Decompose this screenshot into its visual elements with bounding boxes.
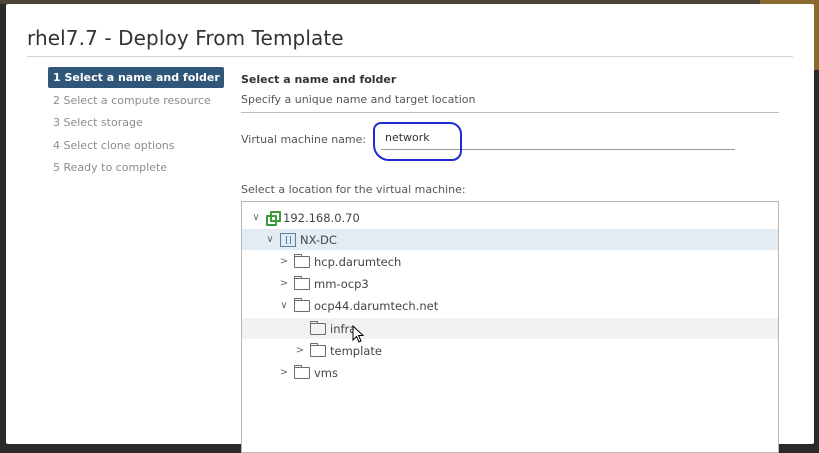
deploy-from-template-dialog: rhel7.7 - Deploy From Template 1 Select …	[6, 4, 814, 453]
tree-row-label: template	[330, 343, 382, 358]
step-5-ready-to-complete[interactable]: 5 Ready to complete	[48, 157, 224, 178]
tree-row-label: infra	[330, 321, 357, 336]
section-title: Select a name and folder	[241, 73, 397, 86]
chevron-down-icon[interactable]: ∨	[250, 212, 262, 223]
chevron-right-icon[interactable]: >	[294, 345, 306, 356]
chevron-down-icon[interactable]: ∨	[264, 234, 276, 245]
step-2-compute-resource[interactable]: 2 Select a compute resource	[48, 90, 224, 111]
section-divider	[241, 112, 779, 113]
location-label: Select a location for the virtual machin…	[241, 183, 466, 196]
tree-row-datacenter[interactable]: ∨ NX-DC	[242, 229, 778, 250]
tree-row-folder-infra[interactable]: > infra	[242, 318, 778, 339]
tree-row-vcenter[interactable]: ∨ 192.168.0.70	[242, 207, 778, 228]
dialog-title: rhel7.7 - Deploy From Template	[27, 26, 344, 50]
datacenter-icon	[280, 232, 296, 247]
folder-icon	[294, 297, 310, 312]
tree-row-label: hcp.darumtech	[314, 254, 402, 269]
tree-row-folder[interactable]: > hcp.darumtech	[242, 251, 778, 272]
vcenter-icon	[266, 211, 281, 226]
chevron-right-icon[interactable]: >	[278, 278, 290, 289]
vm-name-input[interactable]	[381, 125, 735, 150]
tree-row-label: vms	[314, 365, 338, 380]
tree-row-label: ocp44.darumtech.net	[314, 298, 439, 313]
chevron-right-icon[interactable]: >	[278, 367, 290, 378]
tree-row-folder[interactable]: > mm-ocp3	[242, 273, 778, 294]
vm-name-label: Virtual machine name:	[241, 133, 367, 146]
tree-row-label: mm-ocp3	[314, 276, 369, 291]
folder-icon	[294, 275, 310, 290]
tree-row-folder[interactable]: > vms	[242, 362, 778, 383]
title-divider	[27, 56, 793, 57]
step-4-clone-options[interactable]: 4 Select clone options	[48, 135, 224, 156]
folder-icon	[310, 342, 326, 357]
section-subtitle: Specify a unique name and target locatio…	[241, 93, 476, 106]
tree-row-label: 192.168.0.70	[283, 210, 360, 225]
chevron-right-icon[interactable]: >	[278, 256, 290, 267]
tree-row-folder[interactable]: ∨ ocp44.darumtech.net	[242, 295, 778, 316]
tree-row-folder[interactable]: > template	[242, 340, 778, 361]
tree-row-label: NX-DC	[300, 232, 337, 247]
folder-icon	[294, 253, 310, 268]
folder-icon	[310, 320, 326, 335]
step-3-storage[interactable]: 3 Select storage	[48, 112, 224, 133]
wizard-steps: 1 Select a name and folder 2 Select a co…	[48, 67, 224, 180]
chevron-down-icon[interactable]: ∨	[278, 300, 290, 311]
folder-icon	[294, 364, 310, 379]
step-1-name-folder[interactable]: 1 Select a name and folder	[48, 67, 224, 88]
location-tree: ∨ 192.168.0.70 ∨ NX-DC > hcp.darumtech >…	[241, 201, 779, 453]
